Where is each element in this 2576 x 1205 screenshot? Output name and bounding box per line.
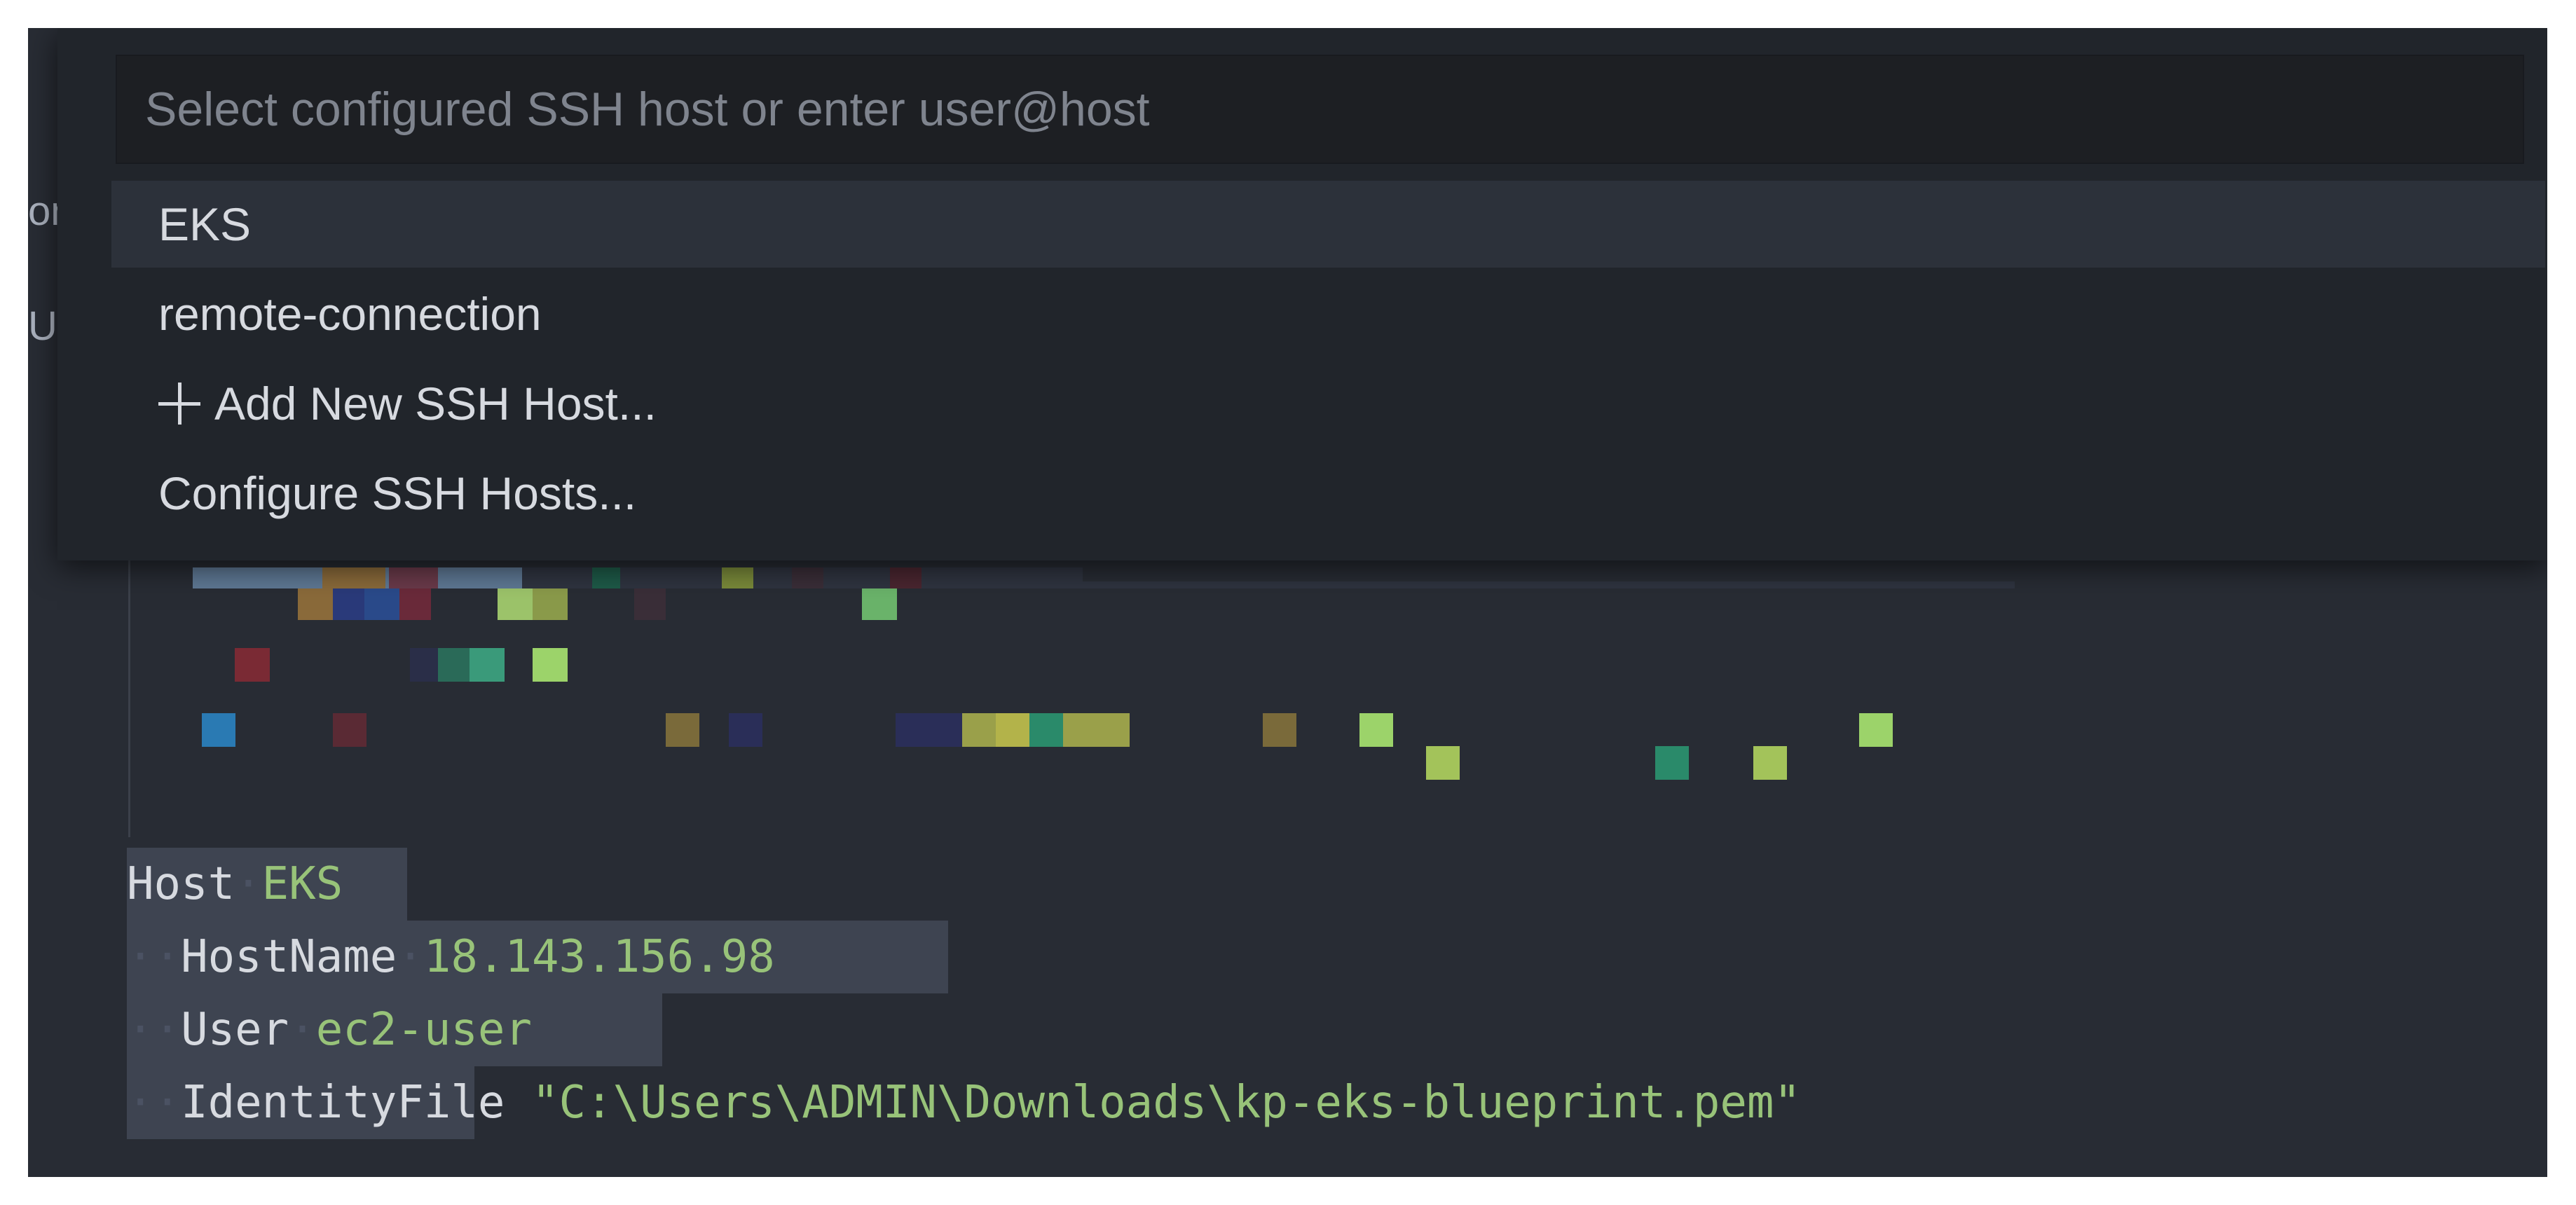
config-key: User bbox=[181, 1004, 289, 1056]
code-line-identityfile[interactable]: ··IdentityFile "C:\Users\ADMIN\Downloads… bbox=[127, 1068, 1801, 1138]
config-value: 18.143.156.98 bbox=[423, 931, 775, 983]
config-key: Host bbox=[127, 858, 235, 910]
config-value: ec2-user bbox=[315, 1004, 532, 1056]
quick-pick-item-configure-ssh-hosts[interactable]: Configure SSH Hosts... bbox=[111, 450, 2545, 537]
config-key: IdentityFile bbox=[181, 1077, 505, 1129]
quick-pick-item-remote-connection[interactable]: remote-connection bbox=[111, 270, 2545, 357]
plus-icon bbox=[158, 382, 200, 425]
quick-pick-item-label: remote-connection bbox=[158, 288, 542, 340]
code-line-user[interactable]: ··User·ec2-user bbox=[127, 995, 532, 1065]
quick-pick-item-label: Configure SSH Hosts... bbox=[158, 467, 637, 519]
ssh-host-quick-pick: EKS remote-connection Add New SSH Host..… bbox=[57, 28, 2547, 560]
quick-pick-item-label: Add New SSH Host... bbox=[214, 378, 657, 429]
config-key: HostName bbox=[181, 931, 397, 983]
editor-window: on U Host·EKS ··HostName·18.143.156.98 ·… bbox=[28, 28, 2547, 1177]
code-line-hostname[interactable]: ··HostName·18.143.156.98 bbox=[127, 922, 775, 992]
code-line-host[interactable]: Host·EKS bbox=[127, 849, 343, 919]
config-value: EKS bbox=[261, 858, 343, 910]
quick-pick-item-add-new-ssh-host[interactable]: Add New SSH Host... bbox=[111, 360, 2545, 447]
quick-pick-item-label: EKS bbox=[158, 198, 252, 250]
ssh-host-input[interactable] bbox=[116, 55, 2524, 164]
quick-pick-item-eks[interactable]: EKS bbox=[111, 181, 2545, 268]
indent-guide bbox=[128, 543, 130, 837]
config-value: "C:\Users\ADMIN\Downloads\kp-eks-bluepri… bbox=[531, 1077, 1801, 1129]
